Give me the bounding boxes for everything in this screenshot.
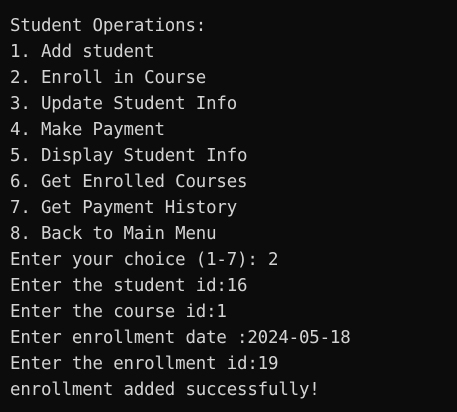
- menu-option-display-student: 5. Display Student Info: [10, 146, 248, 166]
- menu-option-enroll-course: 2. Enroll in Course: [10, 68, 207, 88]
- menu-option-payment-history: 7. Get Payment History: [10, 198, 238, 218]
- student-id-prompt: Enter the student id:16: [10, 276, 248, 296]
- menu-option-add-student: 1. Add student: [10, 42, 155, 62]
- menu-option-update-student: 3. Update Student Info: [10, 94, 238, 114]
- choice-prompt: Enter your choice (1-7): 2: [10, 250, 279, 270]
- menu-heading: Student Operations:: [10, 16, 207, 36]
- enrollment-date-prompt: Enter enrollment date :2024-05-18: [10, 328, 351, 348]
- terminal-output[interactable]: Student Operations: 1. Add student 2. En…: [0, 0, 457, 412]
- success-message: enrollment added successfully!: [10, 380, 320, 400]
- menu-option-make-payment: 4. Make Payment: [10, 120, 165, 140]
- menu-option-back: 8. Back to Main Menu: [10, 224, 217, 244]
- course-id-prompt: Enter the course id:1: [10, 302, 227, 322]
- menu-option-enrolled-courses: 6. Get Enrolled Courses: [10, 172, 248, 192]
- enrollment-id-prompt: Enter the enrollment id:19: [10, 354, 279, 374]
